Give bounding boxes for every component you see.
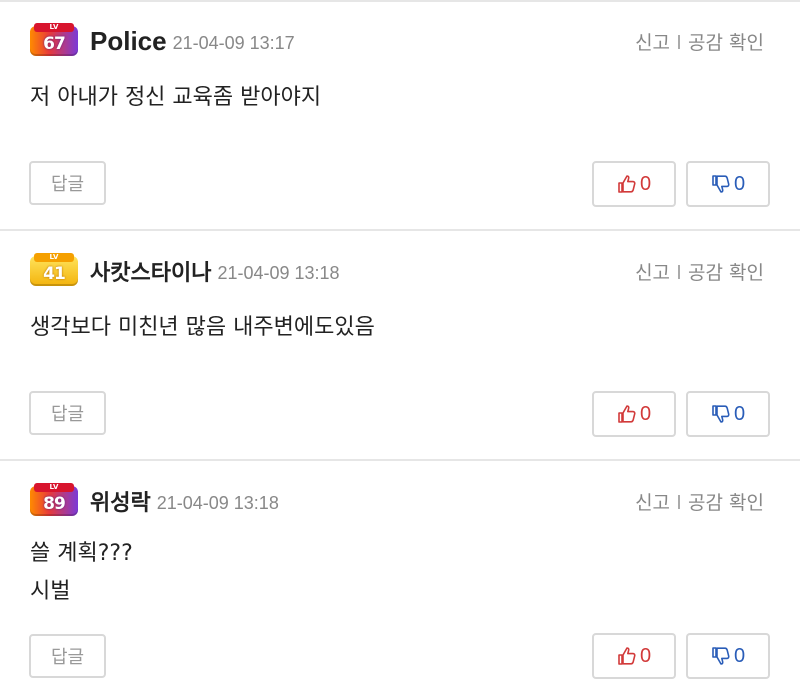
report-link[interactable]: 신고 <box>635 28 670 55</box>
comment-text: 저 아내가 정신 교육좀 받아야지 <box>30 85 322 110</box>
upvote-count: 0 <box>639 172 652 195</box>
comment-date: 21-04-09 13:18 <box>217 262 340 283</box>
downvote-count: 0 <box>733 402 746 425</box>
username[interactable]: 사캇스타이나 <box>90 255 211 287</box>
upvote-count: 0 <box>639 644 652 667</box>
comment-date: 21-04-09 13:17 <box>172 32 295 53</box>
separator <box>678 264 681 279</box>
comment-header: LV 41 사캇스타이나 21-04-09 13:18 <box>30 252 340 290</box>
level-badge: LV 41 <box>30 253 78 286</box>
level-badge: LV 89 <box>30 483 78 516</box>
divider <box>0 0 800 2</box>
comment-body: 저 아내가 정신 교육좀 받아야지 <box>30 79 321 117</box>
username[interactable]: Police <box>90 26 167 57</box>
reply-button-label: 답글 <box>50 174 85 195</box>
comment-actions: 신고 공감 확인 <box>635 488 764 515</box>
level-badge-lv: LV <box>34 483 74 492</box>
report-link[interactable]: 신고 <box>635 488 670 515</box>
thumbs-up-icon <box>618 647 636 665</box>
level-badge-lv: LV <box>34 253 74 262</box>
reply-button-label: 답글 <box>50 647 85 668</box>
comment-text-line: 쓸 계획??? <box>30 541 133 566</box>
downvote-button[interactable]: 0 <box>686 391 770 437</box>
thumbs-up-icon <box>618 405 636 423</box>
upvote-button[interactable]: 0 <box>592 161 676 207</box>
level-badge-number: 89 <box>43 494 66 514</box>
comment-actions: 신고 공감 확인 <box>635 28 764 55</box>
comment-date: 21-04-09 13:18 <box>156 492 279 513</box>
likes-check-link[interactable]: 공감 확인 <box>688 28 764 55</box>
level-badge-number: 41 <box>43 264 66 284</box>
comment-header: LV 67 Police 21-04-09 13:17 <box>30 22 295 60</box>
comment-text-line: 시벌 <box>30 579 71 604</box>
comment-body: 생각보다 미친년 많음 내주변에도있음 <box>30 309 375 347</box>
comment-header: LV 89 위성락 21-04-09 13:18 <box>30 482 279 520</box>
level-badge-number: 67 <box>43 34 66 54</box>
reply-button-label: 답글 <box>50 404 85 425</box>
thumbs-up-icon <box>618 175 636 193</box>
upvote-count: 0 <box>639 402 652 425</box>
likes-check-link[interactable]: 공감 확인 <box>688 258 764 285</box>
level-badge-lv: LV <box>34 23 74 32</box>
comment-item: LV 41 사캇스타이나 21-04-09 13:18 신고 공감 확인 생각보… <box>0 252 800 460</box>
level-badge: LV 67 <box>30 23 78 56</box>
separator <box>678 494 681 509</box>
report-link[interactable]: 신고 <box>635 258 670 285</box>
divider <box>0 229 800 231</box>
comment-actions: 신고 공감 확인 <box>635 258 764 285</box>
reply-button[interactable]: 답글 <box>29 161 106 205</box>
downvote-button[interactable]: 0 <box>686 633 770 679</box>
downvote-count: 0 <box>733 172 746 195</box>
thumbs-down-icon <box>712 647 730 665</box>
thumbs-down-icon <box>712 405 730 423</box>
comment-body: 쓸 계획??? 시벌 <box>30 535 133 611</box>
reply-button[interactable]: 답글 <box>29 391 106 435</box>
downvote-count: 0 <box>733 644 746 667</box>
separator <box>678 34 681 49</box>
comment-item: LV 67 Police 21-04-09 13:17 신고 공감 확인 저 아… <box>0 22 800 230</box>
upvote-button[interactable]: 0 <box>592 633 676 679</box>
thumbs-down-icon <box>712 175 730 193</box>
comment-list: LV 67 Police 21-04-09 13:17 신고 공감 확인 저 아… <box>0 0 800 691</box>
reply-button[interactable]: 답글 <box>29 634 106 678</box>
comment-text: 생각보다 미친년 많음 내주변에도있음 <box>30 315 375 340</box>
likes-check-link[interactable]: 공감 확인 <box>688 488 764 515</box>
comment-item: LV 89 위성락 21-04-09 13:18 신고 공감 확인 쓸 계획??… <box>0 482 800 691</box>
upvote-button[interactable]: 0 <box>592 391 676 437</box>
downvote-button[interactable]: 0 <box>686 161 770 207</box>
divider <box>0 459 800 461</box>
username[interactable]: 위성락 <box>90 485 151 517</box>
